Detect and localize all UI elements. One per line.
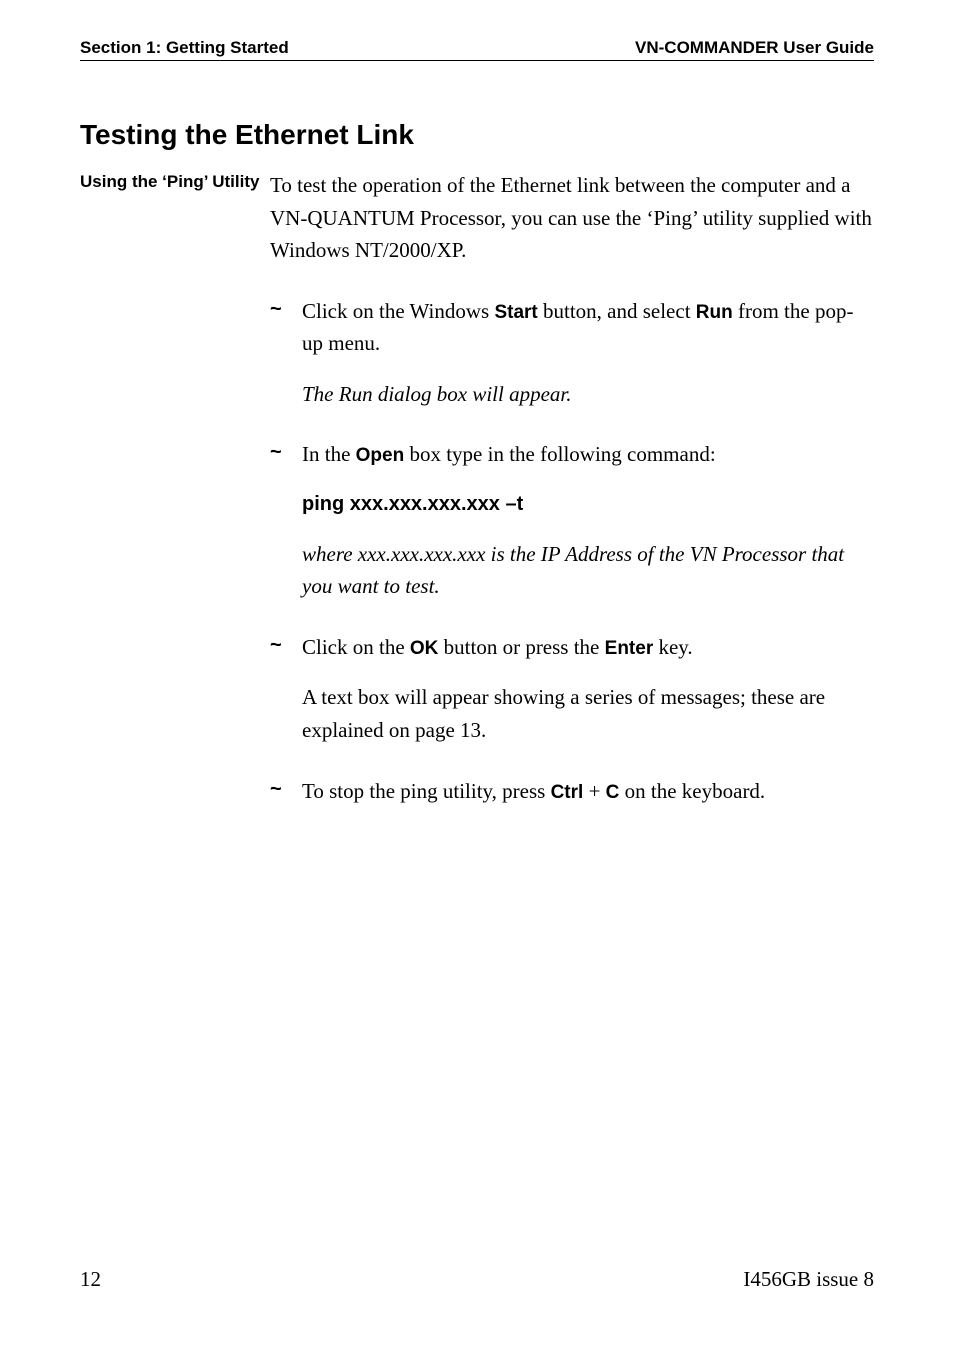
bold-term: Enter [605, 638, 654, 659]
step-4: ~ To stop the ping utility, press Ctrl +… [270, 775, 874, 808]
issue-id: I456GB issue 8 [743, 1267, 874, 1292]
header-right: VN-COMMANDER User Guide [635, 38, 874, 58]
content-area: Using the ‘Ping’ Utility To test the ope… [80, 169, 874, 807]
bold-term: Run [696, 302, 733, 323]
step-body: Click on the Windows Start button, and s… [302, 295, 874, 411]
bold-term: Ctrl [551, 782, 584, 803]
main-column: To test the operation of the Ethernet li… [270, 169, 874, 807]
bold-term: OK [410, 638, 439, 659]
step-body: Click on the OK button or press the Ente… [302, 631, 874, 747]
step-body: In the Open box type in the following co… [302, 438, 874, 603]
text-run: box type in the following command: [404, 442, 715, 466]
step-note: where xxx.xxx.xxx.xxx is the IP Address … [302, 538, 874, 603]
text-run: key. [653, 635, 692, 659]
command-line: ping xxx.xxx.xxx.xxx –t [302, 489, 874, 520]
step-2: ~ In the Open box type in the following … [270, 438, 874, 603]
page-number: 12 [80, 1267, 101, 1292]
step-3: ~ Click on the OK button or press the En… [270, 631, 874, 747]
text-run: + [583, 779, 605, 803]
bullet-tilde: ~ [270, 438, 302, 603]
section-title: Testing the Ethernet Link [80, 119, 874, 151]
bold-term: C [606, 782, 620, 803]
step-text: To stop the ping utility, press Ctrl + C… [302, 775, 874, 808]
header-left: Section 1: Getting Started [80, 38, 289, 58]
step-text: Click on the OK button or press the Ente… [302, 631, 874, 664]
bold-term: Start [494, 302, 537, 323]
text-run: Click on the Windows [302, 299, 494, 323]
text-run: Click on the [302, 635, 410, 659]
step-body: To stop the ping utility, press Ctrl + C… [302, 775, 874, 808]
bullet-tilde: ~ [270, 631, 302, 747]
step-text: In the Open box type in the following co… [302, 438, 874, 471]
step-text: Click on the Windows Start button, and s… [302, 295, 874, 360]
step-note: A text box will appear showing a series … [302, 681, 874, 746]
text-run: In the [302, 442, 356, 466]
bullet-tilde: ~ [270, 775, 302, 808]
step-1: ~ Click on the Windows Start button, and… [270, 295, 874, 411]
intro-paragraph: To test the operation of the Ethernet li… [270, 169, 874, 267]
page-footer: 12 I456GB issue 8 [80, 1267, 874, 1292]
text-run: on the keyboard. [619, 779, 765, 803]
bullet-tilde: ~ [270, 295, 302, 411]
step-note: The Run dialog box will appear. [302, 378, 874, 411]
text-run: button, and select [538, 299, 696, 323]
bold-term: Open [356, 445, 405, 466]
running-header: Section 1: Getting Started VN-COMMANDER … [80, 38, 874, 61]
page-content: Section 1: Getting Started VN-COMMANDER … [80, 38, 874, 1292]
margin-label: Using the ‘Ping’ Utility [80, 169, 270, 807]
text-run: To stop the ping utility, press [302, 779, 551, 803]
text-run: button or press the [438, 635, 604, 659]
